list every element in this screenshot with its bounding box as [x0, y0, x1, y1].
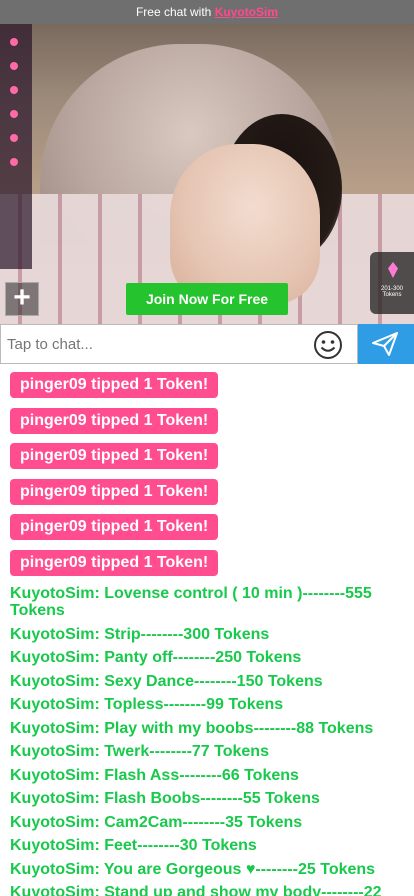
panel-dot — [10, 158, 18, 166]
tip-message: pinger09 tipped 1 Token! — [10, 478, 219, 505]
menu-item: KuyotoSim: Feet--------30 Tokens — [10, 837, 257, 854]
panel-dot — [10, 86, 18, 94]
banner-text: Free chat with — [135, 5, 212, 19]
tip-message: pinger09 tipped 1 Token! — [10, 514, 219, 540]
smiley-icon[interactable] — [313, 330, 343, 360]
plus-button[interactable]: + — [5, 282, 39, 316]
tip-message: pinger09 tipped 1 Token! — [10, 407, 219, 434]
send-icon — [372, 332, 398, 356]
menu-item: KuyotoSim: Lovense control ( 10 min )---… — [10, 585, 372, 619]
menu-item: KuyotoSim: Stand up and show my body----… — [10, 884, 382, 896]
menu-item: KuyotoSim: Flash Ass--------66 Tokens — [10, 766, 299, 784]
panel-dot — [10, 38, 18, 46]
side-control-panel — [0, 24, 32, 269]
menu-item: KuyotoSim: Twerk--------77 Tokens — [10, 743, 269, 760]
panel-unit: Tokens — [382, 292, 402, 298]
panel-dot — [10, 134, 18, 142]
menu-item: KuyotoSim: Sexy Dance--------150 Tokens — [10, 672, 323, 690]
token-goal-panel: 201-300 Tokens — [370, 252, 414, 314]
panel-dot — [10, 110, 18, 118]
menu-item: KuyotoSim: Strip--------300 Tokens — [10, 625, 270, 643]
video-stream[interactable]: 201-300 Tokens + Join Now For Free — [0, 24, 414, 324]
top-banner: Free chat with KuyotoSim — [0, 0, 414, 24]
gem-icon — [388, 262, 398, 278]
send-button[interactable] — [358, 324, 414, 364]
join-now-button[interactable]: Join Now For Free — [126, 283, 288, 315]
menu-item: KuyotoSim: Cam2Cam--------35 Tokens — [10, 813, 303, 831]
menu-item: KuyotoSim: Topless--------99 Tokens — [10, 696, 284, 713]
banner-link[interactable]: KuyotoSim — [215, 5, 278, 19]
chat-input[interactable] — [0, 324, 358, 364]
performer — [170, 144, 320, 304]
menu-item: KuyotoSim: Play with my boobs--------88 … — [10, 719, 374, 737]
tip-message: pinger09 tipped 1 Token! — [10, 443, 219, 469]
menu-item: KuyotoSim: Flash Boobs--------55 Tokens — [10, 790, 320, 807]
menu-item: KuyotoSim: You are Gorgeous ♥--------25 … — [10, 860, 376, 878]
menu-item: KuyotoSim: Panty off--------250 Tokens — [10, 649, 302, 666]
tip-message: pinger09 tipped 1 Token! — [10, 549, 219, 576]
chat-messages: pinger09 tipped 1 Token! pinger09 tipped… — [0, 364, 414, 896]
chat-input-row — [0, 324, 414, 364]
tip-message: pinger09 tipped 1 Token! — [10, 372, 219, 398]
panel-dot — [10, 62, 18, 70]
